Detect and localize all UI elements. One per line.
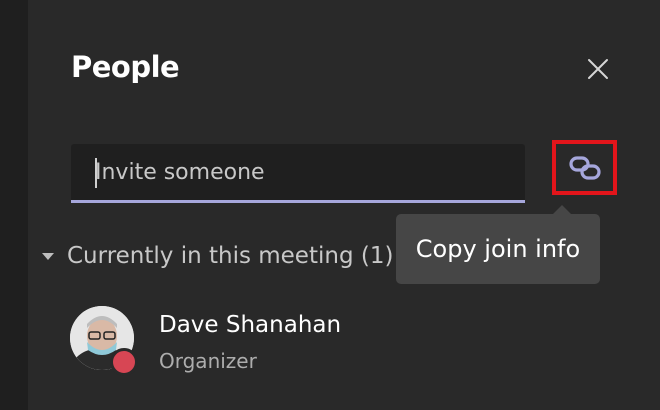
close-button[interactable] [583, 54, 613, 84]
section-label: Currently in this meeting (1) [67, 243, 394, 269]
section-currently-in-meeting[interactable]: Currently in this meeting (1) [38, 240, 393, 272]
participant-name: Dave Shanahan [159, 312, 342, 338]
link-icon [568, 155, 601, 180]
app-left-rail [0, 0, 28, 410]
invite-input[interactable] [71, 144, 525, 200]
copy-join-info-button[interactable] [552, 140, 617, 195]
text-caret [95, 158, 97, 188]
participant-row[interactable]: Dave Shanahan Organizer [70, 306, 430, 376]
close-icon [588, 59, 608, 79]
chevron-down-icon [42, 252, 54, 260]
participant-role: Organizer [159, 349, 257, 373]
panel-title: People [71, 50, 180, 84]
copy-join-info-tooltip: Copy join info [396, 205, 600, 284]
presence-status-indicator [110, 348, 138, 376]
invite-field-container [71, 144, 525, 203]
